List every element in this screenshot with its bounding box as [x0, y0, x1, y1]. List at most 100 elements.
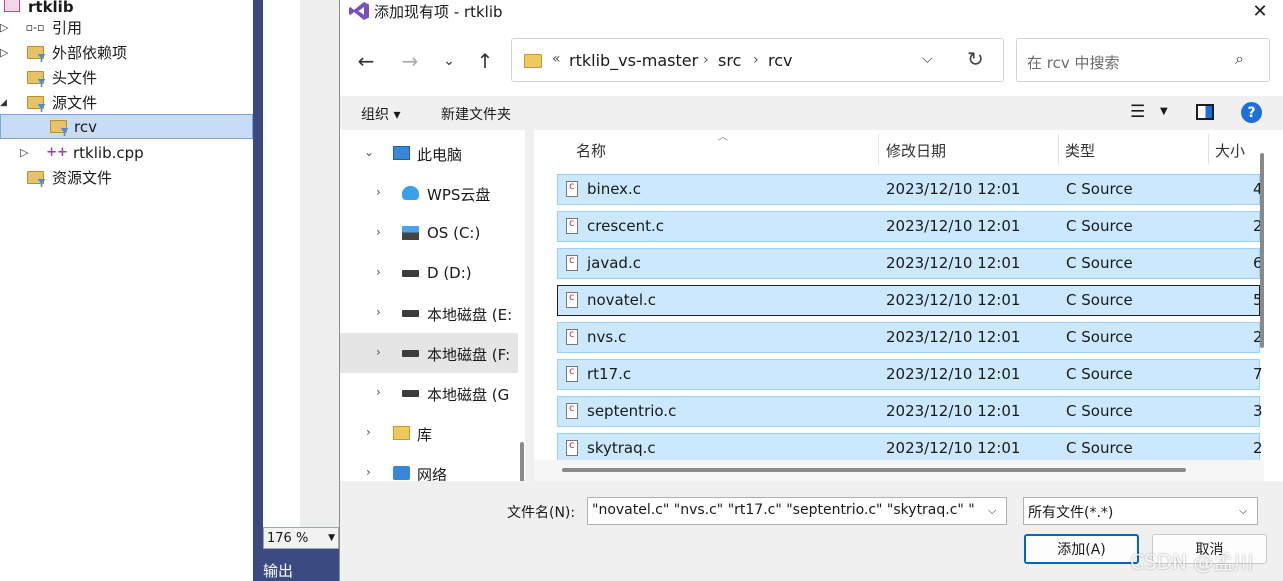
forward-arrow-icon[interactable]: → — [396, 49, 424, 73]
chevron-down-icon[interactable]: ⌄ — [364, 145, 374, 159]
column-name[interactable]: 名称 — [576, 140, 606, 161]
refresh-icon[interactable]: ↻ — [967, 47, 984, 71]
organize-button[interactable]: 组织 ▾ — [361, 104, 400, 124]
chevron-right-icon[interactable]: › — [703, 52, 709, 68]
chevron-down-icon: ▼ — [328, 533, 335, 543]
file-row[interactable]: nvs.c 2023/12/10 12:01 C Source 2 — [557, 322, 1263, 353]
c-source-file-icon — [566, 181, 578, 197]
column-date[interactable]: 修改日期 — [886, 140, 946, 161]
library-icon — [393, 426, 410, 440]
zoom-select[interactable]: 176 % ▼ — [263, 527, 339, 549]
chevron-down-icon[interactable]: ▼ — [1160, 106, 1168, 117]
chevron-right-icon[interactable]: › — [753, 52, 759, 68]
c-source-file-icon — [566, 329, 578, 345]
file-row[interactable]: crescent.c 2023/12/10 12:01 C Source 2 — [557, 211, 1263, 242]
nav-item-libraries[interactable]: › 库 — [340, 415, 518, 451]
new-folder-button[interactable]: 新建文件夹 — [441, 104, 511, 124]
nav-scrollbar[interactable] — [520, 442, 524, 481]
column-size[interactable]: 大小 — [1215, 140, 1245, 161]
up-arrow-icon[interactable]: ↑ — [471, 49, 499, 73]
chevron-right-icon[interactable]: ▷ — [20, 146, 28, 159]
chevron-right-icon[interactable]: › — [366, 425, 371, 439]
file-row[interactable]: rt17.c 2023/12/10 12:01 C Source 7 — [557, 359, 1263, 390]
nav-item-wps-cloud[interactable]: › WPS云盘 — [340, 175, 518, 211]
column-divider[interactable] — [1058, 134, 1059, 164]
help-icon[interactable]: ? — [1241, 102, 1262, 123]
tree-item-rcv[interactable]: rcv — [0, 114, 253, 139]
project-icon — [4, 0, 20, 12]
chevron-down-icon[interactable]: ◢ — [0, 98, 7, 108]
nav-item-drive-c[interactable]: › OS (C:) — [340, 215, 518, 251]
file-type-select[interactable]: 所有文件(*.*) ⌵ — [1023, 497, 1258, 525]
chevron-down-icon[interactable]: ⌵ — [988, 504, 996, 518]
chevron-right-icon[interactable]: › — [366, 465, 371, 479]
chevron-right-icon[interactable]: › — [376, 185, 381, 199]
column-header: ︿ 名称 修改日期 类型 大小 — [534, 130, 1283, 167]
recent-locations-chevron-icon[interactable]: ⌄ — [435, 49, 463, 73]
overflow-crumbs[interactable]: « — [552, 51, 561, 67]
crumb-rtklib-vs-master[interactable]: rtklib_vs-master — [569, 51, 698, 70]
file-row[interactable]: septentrio.c 2023/12/10 12:01 C Source 3 — [557, 396, 1263, 427]
crumb-rcv[interactable]: rcv — [768, 51, 793, 70]
c-source-file-icon — [566, 366, 578, 382]
dialog-titlebar: 添加现有项 - rtklib ✕ — [340, 0, 1283, 22]
tree-item-source-files[interactable]: ◢ 源文件 — [0, 90, 253, 115]
chevron-right-icon[interactable]: ▷ — [0, 21, 8, 34]
c-source-file-icon — [566, 292, 578, 308]
search-icon[interactable]: ⌕ — [1235, 49, 1244, 69]
command-bar: 组织 ▾ 新建文件夹 ☰ ▼ ? — [340, 96, 1283, 130]
chevron-right-icon[interactable]: › — [376, 305, 381, 319]
column-divider[interactable] — [878, 134, 879, 164]
tree-item-rtklib-cpp[interactable]: ▷ ++ rtklib.cpp — [0, 140, 253, 165]
chevron-right-icon[interactable]: › — [376, 345, 381, 359]
output-tab[interactable]: 输出 — [263, 560, 293, 581]
preview-pane-icon[interactable] — [1196, 104, 1214, 120]
chevron-down-icon[interactable]: ⌵ — [1239, 504, 1247, 518]
tree-item-external-deps[interactable]: ▷ 外部依赖项 — [0, 40, 253, 65]
chevron-right-icon[interactable]: › — [376, 385, 381, 399]
back-arrow-icon[interactable]: ← — [352, 49, 380, 73]
solution-explorer: rtklib ▷ ▫-▫ 引用 ▷ 外部依赖项 头文件 ◢ 源文件 rcv ▷ … — [0, 0, 253, 581]
file-list-horizontal-scrollbar[interactable] — [534, 460, 1264, 481]
nav-item-network[interactable]: › 网络 — [340, 455, 518, 481]
filename-input[interactable]: "novatel.c" "nvs.c" "rt17.c" "septentrio… — [587, 497, 1007, 525]
nav-item-this-pc[interactable]: ⌄ 此电脑 — [340, 135, 518, 171]
nav-item-drive-g[interactable]: › 本地磁盘 (G — [340, 375, 518, 411]
tree-item-header-files[interactable]: 头文件 — [0, 65, 253, 90]
column-divider[interactable] — [1208, 134, 1209, 164]
references-icon: ▫-▫ — [25, 21, 45, 34]
search-input[interactable]: 在 rcv 中搜索 ⌕ — [1016, 38, 1270, 82]
nav-item-drive-e[interactable]: › 本地磁盘 (E: — [340, 295, 518, 331]
crumb-src[interactable]: src — [718, 51, 741, 70]
file-list-vertical-scrollbar[interactable] — [1260, 153, 1264, 348]
address-bar[interactable]: « rtklib_vs-master › src › rcv ⌵ ↻ — [511, 38, 1004, 82]
file-row[interactable]: binex.c 2023/12/10 12:01 C Source 4 — [557, 174, 1263, 205]
column-type[interactable]: 类型 — [1065, 140, 1095, 161]
pane-splitter[interactable] — [525, 130, 534, 481]
file-row[interactable]: novatel.c 2023/12/10 12:01 C Source 5 — [557, 285, 1263, 316]
system-drive-icon — [402, 226, 419, 240]
navigation-bar: ← → ⌄ ↑ « rtklib_vs-master › src › rcv ⌵… — [340, 22, 1283, 96]
cpp-file-icon: ++ — [46, 145, 68, 160]
c-source-file-icon — [566, 218, 578, 234]
close-button[interactable]: ✕ — [1245, 0, 1275, 22]
tree-item-resource-files[interactable]: 资源文件 — [0, 165, 253, 190]
nav-item-drive-d[interactable]: › D (D:) — [340, 255, 518, 291]
add-button[interactable]: 添加(A) — [1024, 534, 1139, 564]
drive-icon — [402, 390, 419, 397]
chevron-down-icon[interactable]: ⌵ — [922, 51, 933, 67]
folder-icon — [524, 54, 542, 68]
filter-folder-icon — [26, 170, 44, 186]
chevron-right-icon[interactable]: › — [376, 225, 381, 239]
view-options-icon[interactable]: ☰ — [1130, 102, 1145, 122]
nav-item-drive-f[interactable]: › 本地磁盘 (F: — [340, 333, 518, 373]
file-row[interactable]: javad.c 2023/12/10 12:01 C Source 6 — [557, 248, 1263, 279]
chevron-right-icon[interactable]: › — [376, 265, 381, 279]
tree-item-references[interactable]: ▷ ▫-▫ 引用 — [0, 15, 253, 40]
scroll-thumb[interactable] — [562, 468, 1186, 472]
c-source-file-icon — [566, 440, 578, 456]
editor-margin — [300, 0, 339, 527]
filter-folder-icon — [49, 119, 67, 135]
chevron-right-icon[interactable]: ▷ — [0, 46, 8, 59]
search-placeholder: 在 rcv 中搜索 — [1027, 54, 1120, 72]
